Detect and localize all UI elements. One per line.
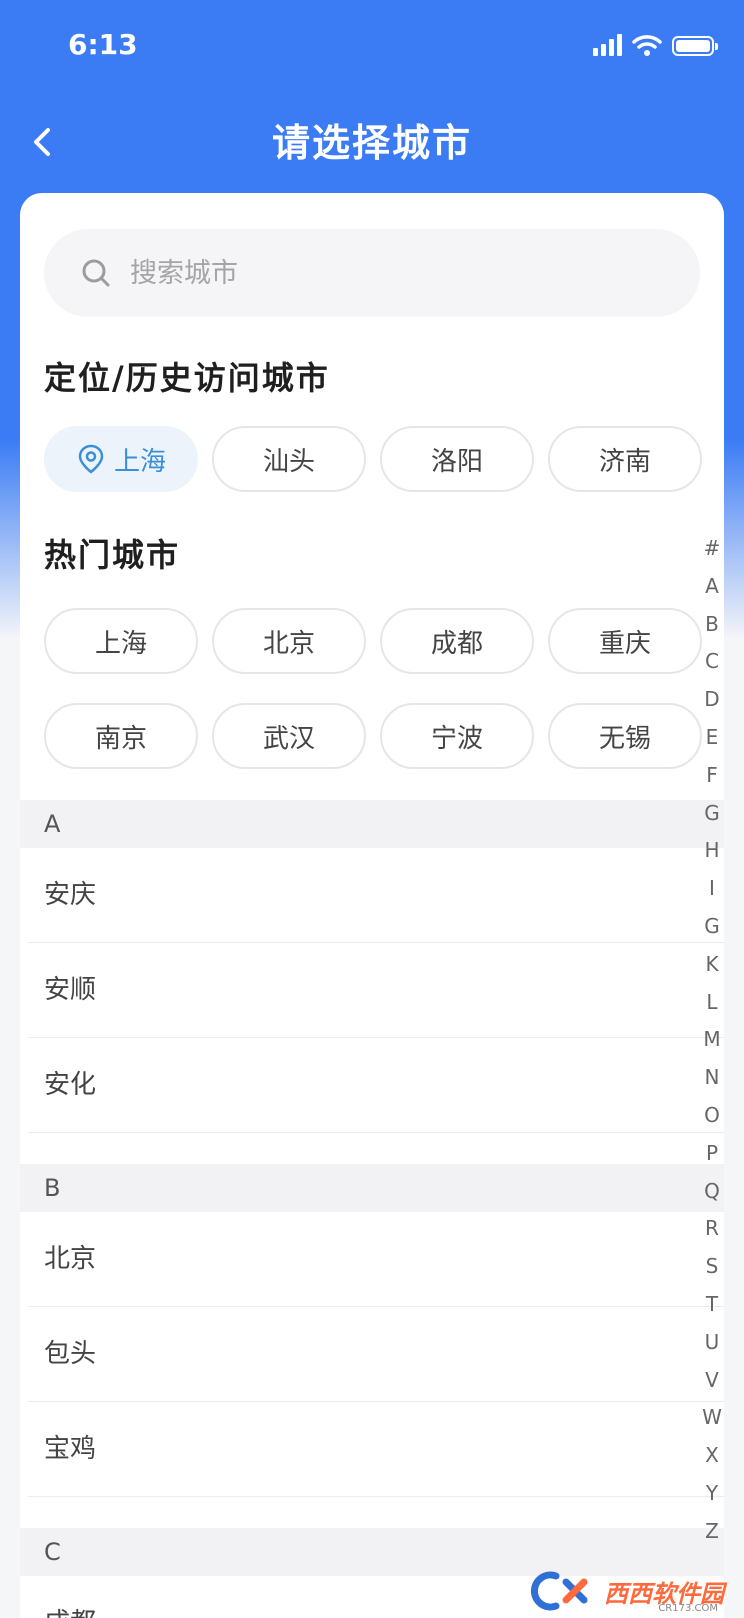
index-letter[interactable]: N (690, 1059, 734, 1097)
group-header-c: C (20, 1528, 724, 1576)
history-city-chip[interactable]: 济南 (548, 426, 702, 492)
alphabet-index-bar[interactable]: # A B C D E F G H I G K L M N O P Q R S … (690, 530, 734, 1551)
signal-icon (593, 34, 622, 56)
index-letter[interactable]: V (690, 1362, 734, 1400)
index-letter[interactable]: Z (690, 1513, 734, 1551)
index-letter[interactable]: L (690, 984, 734, 1022)
located-city-label: 上海 (113, 446, 166, 477)
index-letter[interactable]: W (690, 1399, 734, 1437)
city-list-item[interactable]: 北京 (20, 1212, 724, 1307)
watermark: 西西软件园 CR173.COM (526, 1570, 724, 1614)
index-letter[interactable]: H (690, 832, 734, 870)
history-city-chip[interactable]: 汕头 (212, 426, 366, 492)
index-letter[interactable]: X (690, 1437, 734, 1475)
index-letter[interactable]: G (690, 795, 734, 833)
index-letter[interactable]: Q (690, 1173, 734, 1211)
search-bar[interactable] (44, 229, 700, 317)
index-letter[interactable]: F (690, 757, 734, 795)
hot-city-chip[interactable]: 无锡 (548, 703, 702, 769)
status-bar: 6:13 (0, 0, 744, 96)
city-list-item[interactable]: 安顺 (20, 943, 724, 1038)
index-letter[interactable]: O (690, 1097, 734, 1135)
hot-city-row-1: 上海 北京 成都 重庆 (44, 608, 702, 674)
city-list-item[interactable]: 宝鸡 (20, 1402, 724, 1497)
index-letter[interactable]: # (690, 530, 734, 568)
city-list-item[interactable]: 安庆 (20, 848, 724, 943)
page-title: 请选择城市 (271, 121, 472, 165)
history-section-title: 定位/历史访问城市 (44, 359, 330, 397)
city-picker-card: 定位/历史访问城市 上海 汕头 洛阳 济南 热门城市 上海 北京 成都 重庆 南… (20, 193, 724, 1618)
index-letter[interactable]: B (690, 606, 734, 644)
search-icon (82, 259, 110, 287)
index-letter[interactable]: C (690, 643, 734, 681)
search-input[interactable] (128, 256, 632, 290)
index-letter[interactable]: A (690, 568, 734, 606)
hot-city-chip[interactable]: 成都 (380, 608, 534, 674)
status-icons (593, 34, 718, 56)
hot-section-title: 热门城市 (44, 536, 181, 574)
hot-city-chip[interactable]: 重庆 (548, 608, 702, 674)
watermark-sub: CR173.COM (658, 1603, 718, 1614)
location-pin-icon (78, 444, 104, 474)
hot-city-chip[interactable]: 宁波 (380, 703, 534, 769)
index-letter[interactable]: E (690, 719, 734, 757)
index-letter[interactable]: U (690, 1324, 734, 1362)
index-letter[interactable]: D (690, 681, 734, 719)
group-header-a: A (20, 800, 724, 848)
index-letter[interactable]: G (690, 908, 734, 946)
located-city-chip[interactable]: 上海 (44, 426, 198, 492)
city-list-item[interactable]: 包头 (20, 1307, 724, 1402)
wifi-icon (632, 35, 662, 56)
index-letter[interactable]: Y (690, 1475, 734, 1513)
hot-city-chip[interactable]: 南京 (44, 703, 198, 769)
group-header-b: B (20, 1164, 724, 1212)
index-letter[interactable]: K (690, 946, 734, 984)
history-city-row: 上海 汕头 洛阳 济南 (44, 426, 702, 492)
hot-city-row-2: 南京 武汉 宁波 无锡 (44, 703, 702, 769)
hot-city-chip[interactable]: 北京 (212, 608, 366, 674)
index-letter[interactable]: T (690, 1286, 734, 1324)
index-letter[interactable]: S (690, 1248, 734, 1286)
history-city-chip[interactable]: 洛阳 (380, 426, 534, 492)
index-letter[interactable]: M (690, 1021, 734, 1059)
battery-icon (672, 36, 718, 56)
city-list-item[interactable]: 安化 (20, 1038, 724, 1133)
hot-city-chip[interactable]: 武汉 (212, 703, 366, 769)
watermark-logo-icon (531, 1571, 588, 1611)
hot-city-chip[interactable]: 上海 (44, 608, 198, 674)
index-letter[interactable]: P (690, 1135, 734, 1173)
index-letter[interactable]: I (690, 870, 734, 908)
index-letter[interactable]: R (690, 1210, 734, 1248)
status-time: 6:13 (68, 28, 138, 61)
